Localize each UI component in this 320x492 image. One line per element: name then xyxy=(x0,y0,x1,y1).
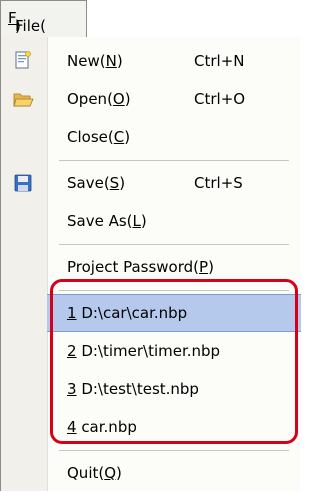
save-disk-icon xyxy=(14,174,32,192)
open-folder-icon xyxy=(13,93,34,107)
menu-item-save-as[interactable]: Save As(L) xyxy=(1,202,301,240)
menu-item-new[interactable]: New(N) Ctrl+N xyxy=(1,42,301,80)
menu-item-save-label: Save(S) xyxy=(67,174,126,192)
recent-file-2-label: 2 D:\timer\timer.nbp xyxy=(67,342,221,360)
recent-file-3-label: 3 D:\test\test.nbp xyxy=(67,380,199,398)
menu-item-new-label: New(N) xyxy=(67,52,123,70)
menu-item-quit-label: Quit(Q) xyxy=(67,464,122,482)
menu-item-close-label: Close(C) xyxy=(67,128,131,146)
recent-file-item-4[interactable]: 4 car.nbp xyxy=(1,408,301,446)
menu-item-project-password-label: Project Password(P) xyxy=(67,258,214,276)
menu-item-open-shortcut: Ctrl+O xyxy=(194,90,246,108)
menu-item-save-as-label: Save As(L) xyxy=(67,212,147,230)
menu-item-close[interactable]: Close(C) xyxy=(1,118,301,156)
menu-item-new-shortcut: Ctrl+N xyxy=(194,52,245,70)
menu-separator xyxy=(59,160,289,161)
new-document-icon xyxy=(15,51,31,69)
file-menu-dropdown: New(N) Ctrl+N Open(O) Ctrl+O Close(C) Sa… xyxy=(0,37,301,492)
recent-file-item-1[interactable]: 1 D:\car\car.nbp xyxy=(1,294,301,332)
menu-item-save[interactable]: Save(S) Ctrl+S xyxy=(1,164,301,202)
recent-file-item-3[interactable]: 3 D:\test\test.nbp xyxy=(1,370,301,408)
menu-separator xyxy=(59,290,289,291)
menu-separator xyxy=(59,244,289,245)
menu-item-project-password[interactable]: Project Password(P) xyxy=(1,248,301,286)
recent-file-1-label: 1 D:\car\car.nbp xyxy=(67,304,188,322)
menu-separator xyxy=(59,450,289,451)
recent-file-4-label: 4 car.nbp xyxy=(67,418,137,436)
recent-file-item-2[interactable]: 2 D:\timer\timer.nbp xyxy=(1,332,301,370)
file-menu-label: File(F) xyxy=(8,9,46,35)
menu-item-open[interactable]: Open(O) Ctrl+O xyxy=(1,80,301,118)
file-menu-button[interactable]: File(F) xyxy=(0,0,87,38)
menu-item-open-label: Open(O) xyxy=(67,90,131,108)
menu-item-save-shortcut: Ctrl+S xyxy=(194,174,243,192)
menu-item-quit[interactable]: Quit(Q) xyxy=(1,454,301,492)
